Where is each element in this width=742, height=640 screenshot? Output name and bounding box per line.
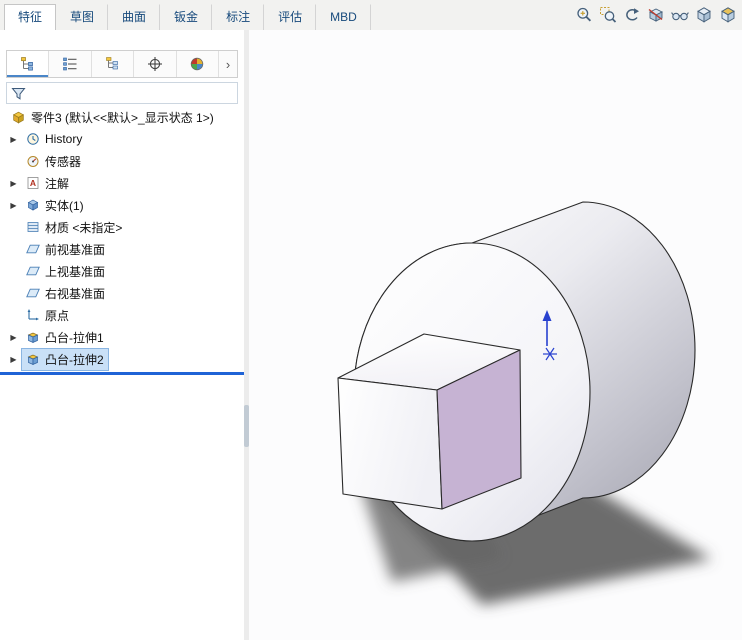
expand-arrow-icon[interactable]: ▶ [6, 201, 21, 210]
tree-item-label: 前视基准面 [45, 242, 106, 257]
tree-item-label: 注解 [45, 176, 70, 191]
plane-icon [26, 266, 40, 276]
tree-item-boss-extrude2[interactable]: ▶ 凸台-拉伸2 [0, 347, 244, 371]
history-icon [27, 133, 39, 145]
heads-up-toolbar [574, 5, 738, 25]
tree-root-part[interactable]: 零件3 (默认<<默认>_显示状态 1>) [0, 106, 244, 128]
tree-item-label: 凸台-拉伸1 [45, 330, 104, 345]
plane-icon [26, 288, 40, 298]
solid-bodies-icon [27, 199, 39, 211]
ribbon-tab-surfaces[interactable]: 曲面 [108, 4, 161, 32]
rollback-bar[interactable] [0, 372, 244, 375]
tree-item-origin[interactable]: ▶ 原点 [0, 304, 244, 326]
panel-tab-bar: › [6, 50, 238, 78]
tab-displaymanager[interactable] [177, 51, 220, 77]
filter-input[interactable] [30, 86, 233, 100]
tab-configurationmanager[interactable] [92, 51, 135, 77]
viewport-canvas[interactable] [249, 30, 742, 640]
feature-manager-panel: › 零件3 (默认<<默认>_显示状态 1>) ▶ History 传感器 ▶ … [0, 30, 245, 640]
configurationmanager-icon [105, 57, 118, 70]
ribbon-tab-sheetmetal[interactable]: 钣金 [160, 4, 213, 32]
featuremanager-tree-icon [20, 57, 33, 71]
tree-item-boss-extrude1[interactable]: ▶ 凸台-拉伸1 [0, 326, 244, 348]
previous-view-icon[interactable] [622, 5, 642, 25]
feature-tree: 零件3 (默认<<默认>_显示状态 1>) ▶ History ▶ [0, 106, 244, 375]
tree-item-right-plane[interactable]: ▶ 右视基准面 [0, 282, 244, 304]
graphics-area[interactable] [249, 30, 742, 640]
expand-arrow-icon[interactable]: ▶ [6, 333, 21, 342]
tree-item-front-plane[interactable]: ▶ 前视基准面 [0, 238, 244, 260]
tree-root-label: 零件3 (默认<<默认>_显示状态 1>) [31, 110, 214, 125]
ribbon-tab-annotate[interactable]: 标注 [212, 4, 265, 32]
dimxpertmanager-icon [147, 57, 162, 71]
boss-extrude-icon [27, 354, 39, 366]
origin-icon [27, 309, 39, 321]
tab-propertymanager[interactable] [49, 51, 92, 77]
expand-arrow-icon[interactable]: ▶ [6, 179, 21, 188]
tab-dimxpertmanager[interactable] [134, 51, 177, 77]
solidworks-window: 特征 草图 曲面 钣金 标注 评估 MBD › 零件3 (默认<<默认>_显示状… [0, 0, 742, 640]
ribbon-tab-sketch[interactable]: 草图 [56, 4, 109, 32]
tree-item-top-plane[interactable]: ▶ 上视基准面 [0, 260, 244, 282]
tree-item-label: 上视基准面 [45, 264, 106, 279]
sensors-icon [27, 156, 39, 167]
tree-item-label: 原点 [45, 308, 70, 323]
expand-arrow-icon[interactable]: ▶ [6, 355, 21, 364]
cube-left-face [337, 377, 443, 510]
ribbon-tab-evaluate[interactable]: 评估 [264, 4, 317, 32]
tree-item-annotations[interactable]: ▶ A 注解 [0, 172, 244, 194]
zoom-to-area-icon[interactable] [598, 5, 618, 25]
ribbon-tabs: 特征 草图 曲面 钣金 标注 评估 MBD [4, 4, 371, 32]
display-style-icon[interactable] [694, 5, 714, 25]
ribbon-tab-mbd[interactable]: MBD [316, 4, 371, 32]
svg-text:A: A [30, 178, 36, 188]
tree-item-label: History [45, 132, 83, 146]
panel-tabs-more-chevron[interactable]: › [219, 51, 237, 77]
zoom-to-fit-icon[interactable] [574, 5, 594, 25]
tab-featuremanager-tree[interactable] [7, 51, 50, 77]
ribbon: 特征 草图 曲面 钣金 标注 评估 MBD [0, 0, 742, 32]
tree-item-sensors[interactable]: ▶ 传感器 [0, 150, 244, 172]
tree-item-label: 材质 <未指定> [45, 220, 123, 235]
hide-show-items-icon[interactable] [670, 5, 690, 25]
displaymanager-icon [191, 57, 204, 71]
section-view-icon[interactable] [646, 5, 666, 25]
annotations-icon: A [27, 177, 39, 189]
tree-item-label: 传感器 [45, 154, 82, 169]
filter-funnel-icon [11, 87, 26, 100]
view-orientation-icon[interactable] [718, 5, 738, 25]
tree-item-material[interactable]: ▶ 材质 <未指定> [0, 216, 244, 238]
tree-item-history[interactable]: ▶ History [0, 128, 244, 150]
material-icon [27, 222, 39, 232]
tree-filter [6, 82, 238, 104]
tree-item-label: 右视基准面 [45, 286, 106, 301]
tree-item-label: 实体(1) [45, 198, 84, 213]
plane-icon [26, 244, 40, 254]
expand-arrow-icon[interactable]: ▶ [6, 135, 21, 144]
boss-extrude-icon [27, 332, 39, 344]
tree-item-solid-bodies[interactable]: ▶ 实体(1) [0, 194, 244, 216]
part-icon [12, 111, 25, 123]
propertymanager-icon [63, 57, 77, 71]
tree-item-label: 凸台-拉伸2 [45, 352, 104, 367]
ribbon-tab-features[interactable]: 特征 [4, 4, 57, 32]
